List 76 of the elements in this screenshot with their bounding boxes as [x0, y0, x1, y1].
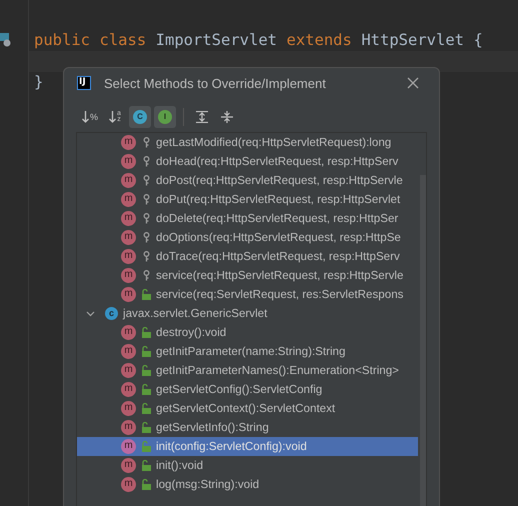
method-item[interactable]: m destroy():void: [77, 323, 418, 342]
class-icon: c: [105, 307, 118, 320]
method-item[interactable]: m log(msg:String):void: [77, 475, 418, 494]
method-item[interactable]: m init(config:ServletConfig):void: [77, 437, 418, 456]
code-keyword: class: [100, 30, 146, 51]
code-text: {: [473, 30, 483, 51]
down-arrow-icon: [82, 111, 89, 123]
code-keyword: extends: [286, 30, 352, 51]
method-icon: m: [121, 268, 136, 283]
method-item[interactable]: m doPost(req:HttpServletRequest, resp:HttpServle: [77, 171, 418, 190]
method-icon: m: [121, 363, 136, 378]
method-item[interactable]: m doHead(req:HttpServletRequest, resp:HttpServ: [77, 152, 418, 171]
method-item[interactable]: m service(req:HttpServletRequest, resp:HttpServle: [77, 266, 418, 285]
key-icon: [141, 194, 152, 205]
close-icon[interactable]: [407, 77, 419, 89]
open-lock-icon: [141, 327, 152, 338]
key-icon: [141, 251, 152, 262]
show-inherited-button[interactable]: I: [154, 106, 176, 128]
sort-by-visibility-button[interactable]: %: [79, 106, 101, 128]
code-text: HttpServlet: [361, 30, 464, 51]
collapse-all-icon: [221, 111, 233, 123]
method-icon: m: [121, 211, 136, 226]
method-icon: m: [121, 477, 136, 492]
method-icon: m: [121, 401, 136, 416]
expand-all-icon: [196, 111, 208, 123]
open-lock-icon: [141, 403, 152, 414]
method-item[interactable]: m init():void: [77, 456, 418, 475]
method-item[interactable]: m doOptions(req:HttpServletRequest, resp:HttpSe: [77, 228, 418, 247]
method-icon: m: [121, 230, 136, 245]
open-lock-icon: [141, 441, 152, 452]
method-item[interactable]: m getLastModified(req:HttpServletRequest):long: [77, 133, 418, 152]
method-icon: m: [121, 325, 136, 340]
method-item[interactable]: m service(req:ServletRequest, res:ServletRespons: [77, 285, 418, 304]
app-logo-icon: IJ: [77, 76, 91, 90]
method-icon: m: [121, 192, 136, 207]
code-keyword: public: [34, 30, 90, 51]
open-lock-icon: [141, 365, 152, 376]
key-icon: [141, 213, 152, 224]
open-lock-icon: [141, 384, 152, 395]
method-item[interactable]: m doTrace(req:HttpServletRequest, resp:HttpServ: [77, 247, 418, 266]
down-arrow-icon: [108, 111, 116, 123]
open-lock-icon: [141, 460, 152, 471]
key-icon: [141, 156, 152, 167]
open-lock-icon: [141, 289, 152, 300]
class-name[interactable]: javax.servlet.GenericServlet: [123, 307, 268, 320]
method-icon: m: [121, 458, 136, 473]
key-icon: [141, 232, 152, 243]
servlet-gutter-icon[interactable]: [0, 33, 12, 47]
open-lock-icon: [141, 422, 152, 433]
method-icon: m: [121, 420, 136, 435]
method-item[interactable]: m getServletContext():ServletContext: [77, 399, 418, 418]
method-item[interactable]: m getInitParameter(name:String):String: [77, 342, 418, 361]
method-icon: m: [121, 439, 136, 454]
scrollbar[interactable]: [420, 175, 426, 506]
method-icon: m: [121, 382, 136, 397]
key-icon: [141, 270, 152, 281]
method-icon: m: [121, 287, 136, 302]
show-classes-button[interactable]: C: [129, 106, 151, 128]
method-item[interactable]: m getInitParameterNames():Enumeration<String>: [77, 361, 418, 380]
key-icon: [141, 175, 152, 186]
method-item[interactable]: m getServletInfo():String: [77, 418, 418, 437]
key-icon: [141, 137, 152, 148]
method-item[interactable]: m doPut(req:HttpServletRequest, resp:HttpServlet: [77, 190, 418, 209]
chevron-icon[interactable]: [86, 309, 95, 318]
code-text: ImportServlet: [156, 30, 277, 51]
dialog-title: Select Methods to Override/Implement: [104, 76, 326, 90]
open-lock-icon: [141, 479, 152, 490]
method-icon: m: [121, 344, 136, 359]
method-icon: m: [121, 154, 136, 169]
method-icon: m: [121, 249, 136, 264]
method-item[interactable]: m getServletConfig():ServletConfig: [77, 380, 418, 399]
open-lock-icon: [141, 346, 152, 357]
code-text: }: [34, 72, 44, 93]
method-item[interactable]: m doDelete(req:HttpServletRequest, resp:HttpSer: [77, 209, 418, 228]
method-icon: m: [121, 173, 136, 188]
method-icon: m: [121, 135, 136, 150]
